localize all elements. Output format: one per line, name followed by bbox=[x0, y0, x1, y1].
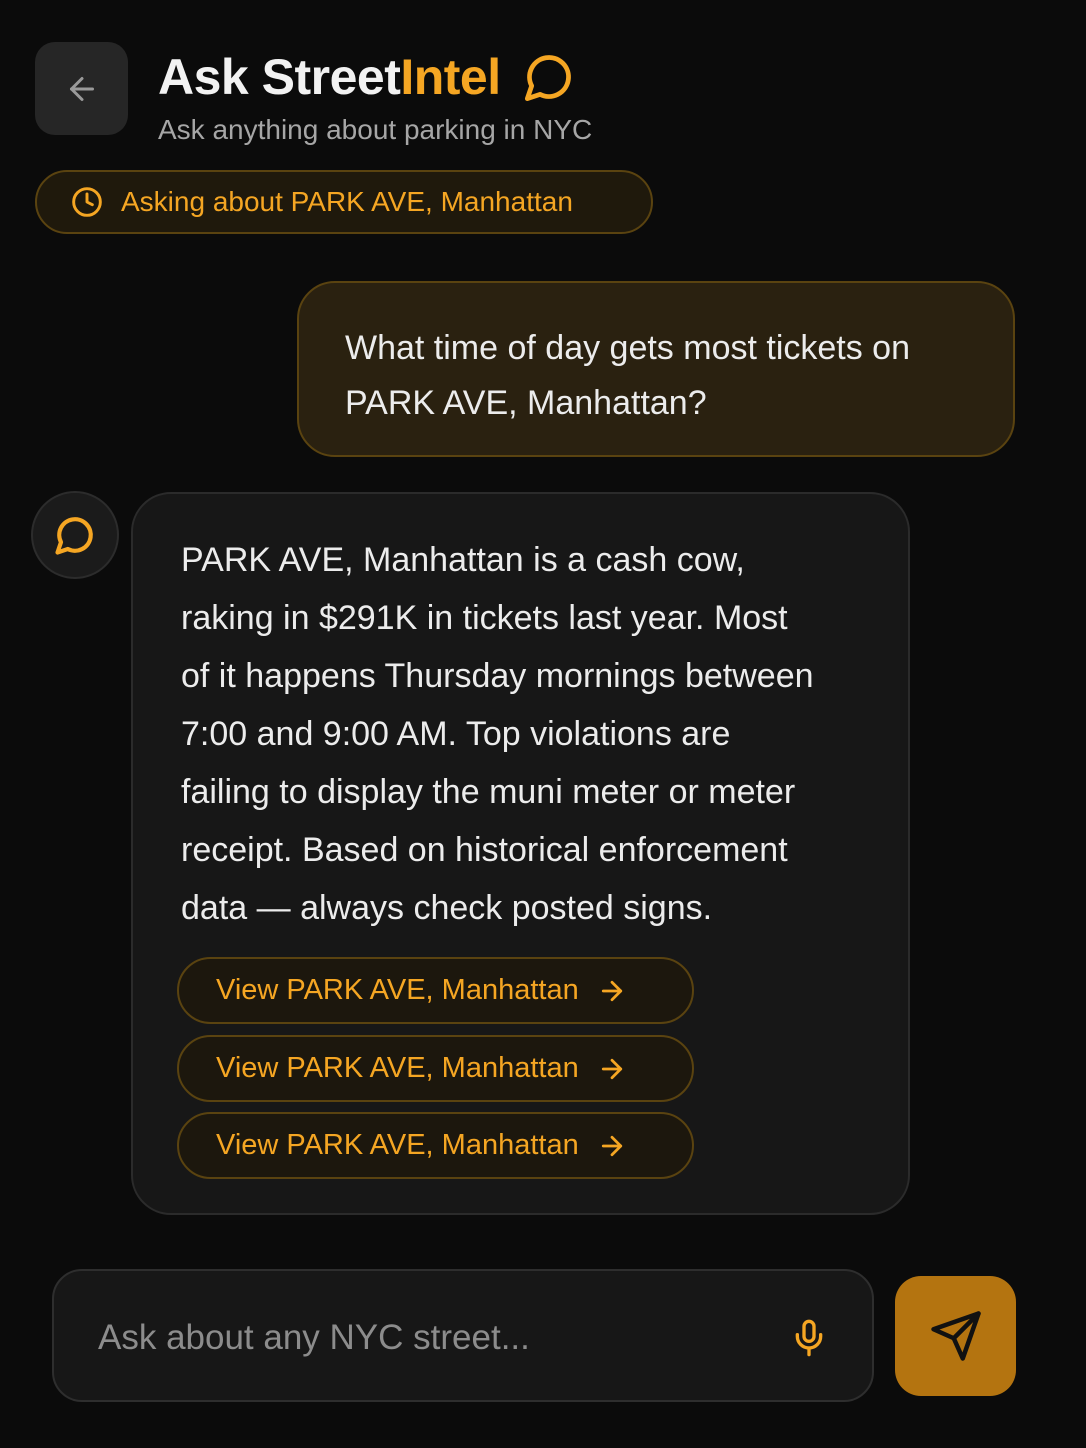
send-button[interactable] bbox=[895, 1276, 1016, 1396]
clock-icon bbox=[71, 186, 103, 218]
assistant-line: 7:00 and 9:00 AM. Top violations are bbox=[181, 715, 731, 753]
view-street-label: View PARK AVE, Manhattan bbox=[216, 1129, 579, 1161]
view-street-label: View PARK AVE, Manhattan bbox=[216, 1052, 579, 1084]
title-accent: Intel bbox=[400, 49, 501, 105]
page-subtitle: Ask anything about parking in NYC bbox=[158, 114, 593, 145]
assistant-line: receipt. Based on historical enforcement bbox=[181, 831, 788, 869]
send-icon bbox=[929, 1309, 983, 1363]
user-message: What time of day gets most tickets on PA… bbox=[297, 281, 1015, 457]
microphone-icon bbox=[789, 1314, 829, 1362]
assistant-line: raking in $291K in tickets last year. Mo… bbox=[181, 599, 788, 637]
context-pill: Asking about PARK AVE, Manhattan bbox=[35, 170, 653, 234]
composer bbox=[52, 1269, 874, 1402]
user-message-text: What time of day gets most tickets on PA… bbox=[345, 329, 911, 422]
context-label: Asking about PARK AVE, Manhattan bbox=[121, 186, 573, 217]
arrow-left-icon bbox=[64, 71, 100, 107]
chat-bubble-icon bbox=[523, 51, 575, 103]
arrow-right-icon bbox=[597, 1131, 627, 1161]
assistant-line: PARK AVE, Manhattan is a cash cow, bbox=[181, 541, 745, 579]
arrow-right-icon bbox=[597, 1054, 627, 1084]
view-street-button[interactable]: View PARK AVE, Manhattan bbox=[177, 1035, 694, 1102]
assistant-line: of it happens Thursday mornings between bbox=[181, 657, 814, 695]
back-button[interactable] bbox=[35, 42, 128, 135]
assistant-line: failing to display the muni meter or met… bbox=[181, 773, 796, 811]
view-street-button[interactable]: View PARK AVE, Manhattan bbox=[177, 1112, 694, 1179]
assistant-line: data — always check posted signs. bbox=[181, 889, 713, 927]
title-main: Ask Street bbox=[158, 49, 401, 105]
assistant-message: PARK AVE, Manhattan is a cash cow, rakin… bbox=[131, 492, 910, 1215]
assistant-avatar bbox=[31, 491, 119, 579]
chat-bubble-icon bbox=[54, 514, 96, 556]
page-title: Ask Street Intel bbox=[158, 46, 575, 108]
mic-button[interactable] bbox=[787, 1312, 831, 1364]
message-input[interactable] bbox=[96, 1307, 740, 1369]
view-street-label: View PARK AVE, Manhattan bbox=[216, 974, 579, 1006]
assistant-message-text: PARK AVE, Manhattan is a cash cow, rakin… bbox=[181, 531, 881, 937]
view-street-button[interactable]: View PARK AVE, Manhattan bbox=[177, 957, 694, 1024]
arrow-right-icon bbox=[597, 976, 627, 1006]
